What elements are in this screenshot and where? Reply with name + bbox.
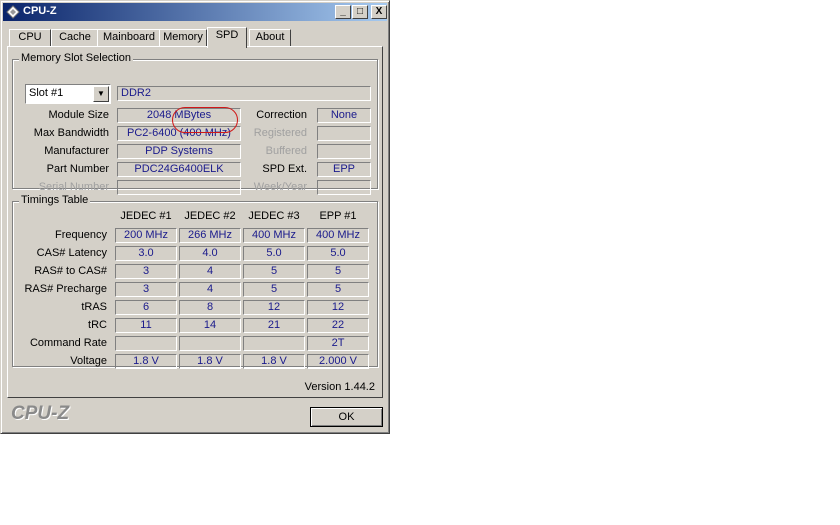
timing-cell: 3 [115, 264, 177, 279]
module-size-label: Module Size [48, 109, 109, 121]
timings-table-group: Timings Table JEDEC #1 JEDEC #2 JEDEC #3… [12, 194, 378, 369]
tab-cache[interactable]: Cache [51, 29, 99, 46]
timing-cell: 2.000 V [307, 354, 369, 369]
window-title: CPU-Z [23, 5, 57, 17]
timing-cell: 400 MHz [243, 228, 305, 243]
timing-cell: 1.8 V [179, 354, 241, 369]
cpuz-logo: CPU-Z [11, 403, 70, 424]
timing-cell: 5.0 [307, 246, 369, 261]
buffered-label: Buffered [265, 145, 307, 157]
timing-cell [243, 336, 305, 351]
memory-type-field: DDR2 [117, 86, 371, 101]
timing-cell: 3 [115, 282, 177, 297]
column-header-jedec3: JEDEC #3 [248, 210, 300, 222]
timing-cell: 4 [179, 282, 241, 297]
serial-number-label: Serial Number [38, 181, 109, 193]
app-icon [6, 5, 20, 19]
buffered-value [317, 144, 371, 159]
timing-cell: 5 [307, 282, 369, 297]
timing-cell: 266 MHz [179, 228, 241, 243]
timing-cell: 22 [307, 318, 369, 333]
tab-spd[interactable]: SPD [207, 27, 247, 48]
week-year-value [317, 180, 371, 195]
timing-cell: 2T [307, 336, 369, 351]
registered-label: Registered [253, 127, 307, 139]
column-header-jedec2: JEDEC #2 [184, 210, 236, 222]
slot-select[interactable]: Slot #1 ▼ [25, 84, 111, 104]
column-header-epp1: EPP #1 [319, 210, 357, 222]
maximize-button[interactable]: □ [352, 5, 368, 19]
timing-cell: 12 [243, 300, 305, 315]
timing-cell [179, 336, 241, 351]
timing-cell: 4.0 [179, 246, 241, 261]
timing-cell: 5.0 [243, 246, 305, 261]
timing-cell: 14 [179, 318, 241, 333]
chevron-down-icon[interactable]: ▼ [93, 86, 109, 102]
trc-label: tRC [88, 319, 107, 331]
spd-ext-label: SPD Ext. [262, 163, 307, 175]
slot-select-value: Slot #1 [29, 87, 64, 99]
command-rate-label: Command Rate [29, 337, 107, 349]
cas-latency-label: CAS# Latency [36, 247, 107, 259]
max-bandwidth-label: Max Bandwidth [33, 127, 109, 139]
week-year-label: Week/Year [253, 181, 307, 193]
timing-cell: 8 [179, 300, 241, 315]
timings-table-group-label: Timings Table [19, 194, 91, 206]
timing-cell: 200 MHz [115, 228, 177, 243]
voltage-label: Voltage [70, 355, 107, 367]
tab-cpu[interactable]: CPU [9, 29, 51, 46]
correction-value: None [317, 108, 371, 123]
cpuz-window: CPU-Z _ □ X CPU Cache Mainboard Memory S… [0, 0, 390, 434]
timing-cell: 6 [115, 300, 177, 315]
tras-label: tRAS [81, 301, 107, 313]
timing-cell [115, 336, 177, 351]
timing-cell: 5 [243, 264, 305, 279]
minimize-button[interactable]: _ [335, 5, 351, 19]
title-bar[interactable]: CPU-Z _ □ X [3, 3, 387, 21]
manufacturer-value: PDP Systems [117, 144, 241, 159]
annotation-circle [172, 107, 238, 133]
manufacturer-label: Manufacturer [44, 145, 109, 157]
ok-button[interactable]: OK [310, 407, 383, 427]
timing-cell: 5 [307, 264, 369, 279]
timing-cell: 11 [115, 318, 177, 333]
spd-ext-value: EPP [317, 162, 371, 177]
column-header-jedec1: JEDEC #1 [120, 210, 172, 222]
ras-precharge-label: RAS# Precharge [24, 283, 107, 295]
timing-cell: 4 [179, 264, 241, 279]
registered-value [317, 126, 371, 141]
timing-cell: 1.8 V [115, 354, 177, 369]
timing-cell: 3.0 [115, 246, 177, 261]
correction-label: Correction [256, 109, 307, 121]
close-button[interactable]: X [371, 5, 387, 19]
part-number-label: Part Number [46, 163, 109, 175]
tab-mainboard[interactable]: Mainboard [97, 29, 161, 46]
serial-number-value [117, 180, 241, 195]
tab-about[interactable]: About [249, 29, 291, 46]
timing-cell: 12 [307, 300, 369, 315]
timing-cell: 21 [243, 318, 305, 333]
timing-cell: 1.8 V [243, 354, 305, 369]
ras-to-cas-label: RAS# to CAS# [34, 265, 107, 277]
tab-memory[interactable]: Memory [159, 29, 207, 46]
frequency-label: Frequency [55, 229, 107, 241]
part-number-value: PDC24G6400ELK [117, 162, 241, 177]
memory-slot-group-label: Memory Slot Selection [19, 52, 134, 64]
timing-cell: 400 MHz [307, 228, 369, 243]
spd-panel: Memory Slot Selection Slot #1 ▼ DDR2 Mod… [7, 46, 383, 398]
timing-cell: 5 [243, 282, 305, 297]
